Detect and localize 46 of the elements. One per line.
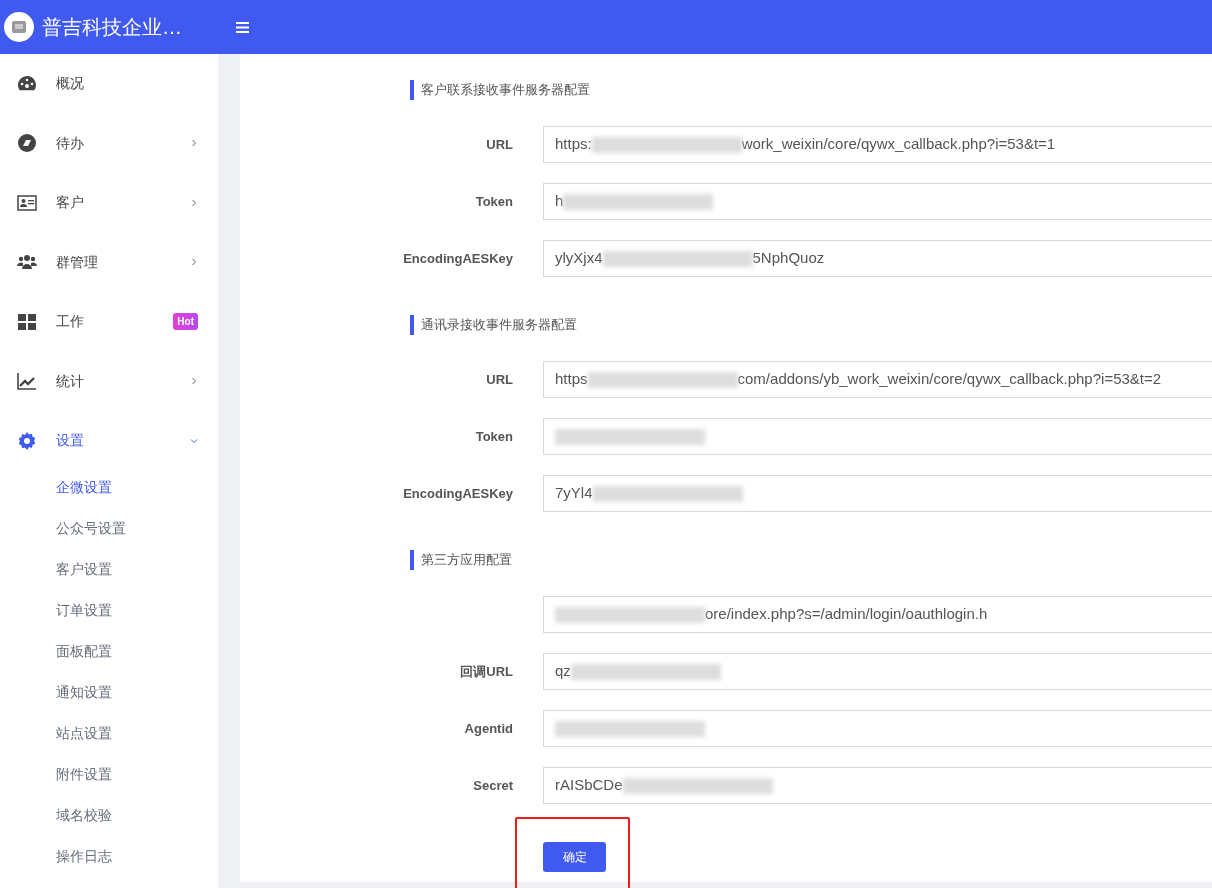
field-label: Secret xyxy=(472,776,513,795)
sidebar-item[interactable]: 群管理 xyxy=(0,232,218,292)
input-field[interactable]: rAISbCDe xyxy=(543,767,1212,804)
confirm-button[interactable]: 确定 xyxy=(543,842,606,872)
submenu-item[interactable]: 面板配置 xyxy=(0,630,218,672)
section-title: 客户联系接收事件服务器配置 xyxy=(410,80,1212,100)
submenu-item[interactable]: 订单设置 xyxy=(0,589,218,631)
logo-icon xyxy=(4,12,34,42)
submenu-item[interactable]: 公众号设置 xyxy=(0,507,218,549)
section-title: 第三方应用配置 xyxy=(410,550,1212,570)
field-label: EncodingAESKey xyxy=(402,249,513,268)
input-field[interactable]: https com/addons/yb_work_weixin/core/qywx_callback.php?i=53&t=2 xyxy=(543,361,1212,398)
field-label: EncodingAESKey xyxy=(402,484,513,503)
input-field[interactable]: h xyxy=(543,183,1212,220)
submenu-item[interactable]: 通知设置 xyxy=(0,671,218,713)
id-card-icon xyxy=(17,192,37,213)
input-field[interactable]: 7yYl4 xyxy=(543,475,1212,512)
sidebar-item[interactable]: 工作 Hot xyxy=(0,292,218,352)
field-label: 回调URL xyxy=(459,662,513,681)
grid-icon xyxy=(17,311,37,332)
sidebar-item[interactable]: 统计 xyxy=(0,351,218,411)
compass-icon xyxy=(17,133,37,154)
hot-badge: Hot xyxy=(173,313,198,331)
input-field[interactable]: ore/index.php?s=/admin/login/oauthlogin.h xyxy=(543,596,1212,633)
gear-icon xyxy=(17,430,37,451)
submenu-item[interactable]: 站点设置 xyxy=(0,712,218,754)
input-field[interactable]: https: work_weixin/core/qywx_callback.php?i=53&t=1 xyxy=(543,126,1212,163)
submenu-item[interactable]: 操作日志 xyxy=(0,835,218,877)
sidebar-item[interactable]: 待办 xyxy=(0,113,218,173)
submenu-item[interactable]: 附件设置 xyxy=(0,753,218,795)
field-label: Token xyxy=(474,427,513,446)
input-field[interactable]: ylyXjx4 5NphQuoz xyxy=(543,240,1212,277)
sidebar-item[interactable]: 客户 xyxy=(0,173,218,233)
field-label: URL xyxy=(485,370,513,389)
section-title: 通讯录接收事件服务器配置 xyxy=(410,315,1212,335)
field-label: URL xyxy=(485,135,513,154)
submenu-item[interactable]: 客户设置 xyxy=(0,548,218,590)
submenu-item[interactable]: 域名校验 xyxy=(0,794,218,836)
input-field[interactable] xyxy=(543,710,1212,747)
input-field[interactable]: qz xyxy=(543,653,1212,690)
field-label: Agentid xyxy=(463,719,513,738)
input-field[interactable] xyxy=(543,418,1212,455)
line-chart-icon xyxy=(17,371,37,392)
sidebar-item[interactable]: 概况 xyxy=(0,54,218,114)
app-title: 普吉科技企业… xyxy=(42,15,182,40)
field-label: Token xyxy=(474,192,513,211)
